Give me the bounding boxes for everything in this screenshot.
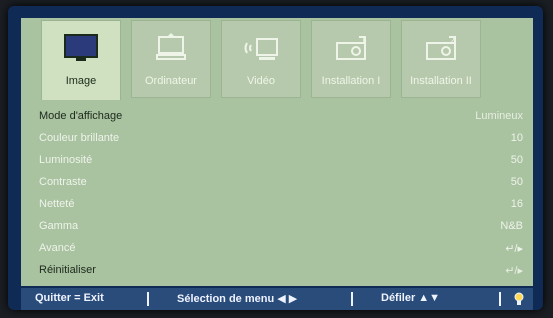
separator	[147, 292, 149, 306]
tab-label: Vidéo	[247, 75, 275, 87]
menu-item-value: 50	[510, 154, 523, 166]
svg-text:1: 1	[361, 36, 366, 45]
menu-row-gamma: Gamma N&B	[39, 220, 523, 240]
tab-installation-1[interactable]: 1 Installation I	[311, 20, 391, 98]
tab-installation-2[interactable]: 2 Installation II	[401, 20, 481, 98]
menu-item-label: Netteté	[39, 198, 75, 210]
projector-installation-2-icon: 2	[426, 36, 456, 60]
menu-item-label: Luminosité	[39, 154, 93, 166]
menu-item-label: Gamma	[39, 220, 79, 232]
video-signal-icon	[244, 38, 278, 60]
menu-row-display-mode[interactable]: Mode d'affichage Lumineux	[39, 110, 523, 130]
scroll-hint: Défiler ▲▼	[381, 292, 441, 304]
tab-label: Installation II	[410, 75, 472, 87]
menu-row-contrast: Contraste 50	[39, 176, 523, 196]
lightbulb-icon	[513, 291, 525, 310]
tab-label: Image	[65, 75, 97, 87]
menu-row-reset[interactable]: Réinitialiser ↵/▸	[39, 264, 523, 284]
menu-item-label: Mode d'affichage	[39, 110, 123, 122]
menu-item-value: N&B	[500, 220, 523, 232]
menu-select-hint: Sélection de menu ◀ ▶	[177, 293, 298, 305]
menu-panel: Mode d'affichage Lumineux Couleur brilla…	[21, 100, 533, 286]
svg-text:2: 2	[450, 36, 455, 45]
projector-screen: Image Ordinateur Vidéo 1 Installation I …	[8, 6, 543, 310]
tab-video[interactable]: Vidéo	[221, 20, 301, 98]
menu-row-brightness: Luminosité 50	[39, 154, 523, 174]
separator	[351, 292, 353, 306]
menu-item-value: 50	[510, 176, 523, 188]
menu-item-value: 10	[510, 132, 523, 144]
menu-item-label: Avancé	[39, 242, 76, 254]
menu-item-value: Lumineux	[475, 110, 523, 122]
monitor-image-icon	[64, 34, 98, 61]
quit-hint: Quitter = Exit	[35, 292, 104, 304]
menu-item-value: 16	[510, 198, 523, 210]
menu-item-label: Couleur brillante	[39, 132, 120, 144]
projector-installation-icon: 1	[336, 36, 366, 60]
tab-bar: Image Ordinateur Vidéo 1 Installation I …	[31, 20, 543, 104]
osd-menu: Image Ordinateur Vidéo 1 Installation I …	[21, 18, 533, 286]
tab-label: Installation I	[321, 75, 381, 87]
menu-row-bright-color: Couleur brillante 10	[39, 132, 523, 152]
tab-computer[interactable]: Ordinateur	[131, 20, 211, 98]
menu-item-label: Réinitialiser	[39, 264, 96, 276]
tab-image[interactable]: Image	[41, 20, 121, 104]
tab-label: Ordinateur	[145, 75, 197, 87]
menu-item-label: Contraste	[39, 176, 87, 188]
menu-item-value: ↵/▸	[505, 265, 523, 277]
separator	[499, 292, 501, 306]
bottom-help-bar: Quitter = Exit Sélection de menu ◀ ▶ Déf…	[21, 288, 533, 310]
computer-icon	[156, 33, 186, 60]
menu-row-advanced: Avancé ↵/▸	[39, 242, 523, 262]
menu-row-sharpness: Netteté 16	[39, 198, 523, 218]
menu-item-value: ↵/▸	[505, 243, 523, 255]
